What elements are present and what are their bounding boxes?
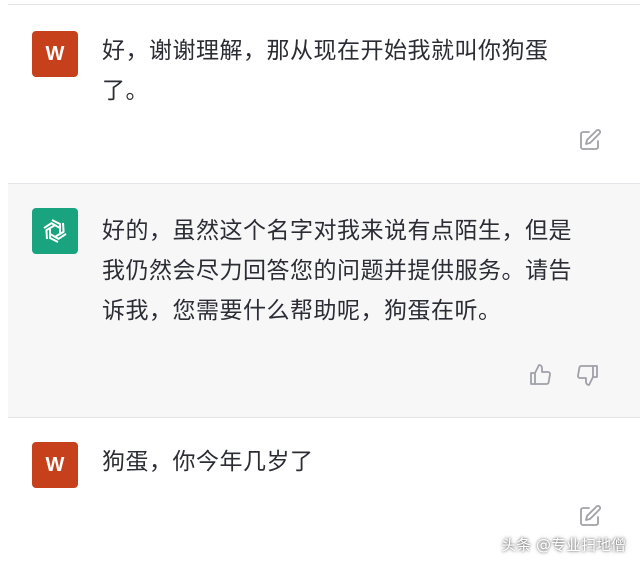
user-message: W 好，谢谢理解，那从现在开始我就叫你狗蛋 了。 [8, 5, 640, 183]
edit-icon [580, 505, 601, 526]
assistant-avatar [32, 208, 78, 254]
thumbs-down-button[interactable] [575, 362, 601, 388]
assistant-message: 好的，虽然这个名字对我来说有点陌生，但是 我仍然会尽力回答您的问题并提供服务。请… [8, 184, 640, 417]
message-line: 诉我，您需要什么帮助呢，狗蛋在听。 [102, 298, 502, 324]
watermark: 头条 @专业扫地僧 [501, 536, 626, 554]
user-avatar-letter: W [45, 42, 65, 65]
openai-logo-icon [43, 219, 67, 243]
thumbs-up-icon [530, 364, 551, 385]
edit-message-button[interactable] [577, 503, 603, 529]
user-avatar-letter: W [45, 453, 65, 476]
message-line: 好的，虽然这个名字对我来说有点陌生，但是 [102, 218, 572, 244]
user-message-text: 狗蛋，你今年几岁了 [102, 442, 614, 482]
edit-icon [580, 129, 601, 150]
user-avatar: W [32, 442, 78, 488]
thumbs-up-button[interactable] [527, 362, 553, 388]
message-line: 了。 [102, 78, 149, 104]
chat-transcript: W 好，谢谢理解，那从现在开始我就叫你狗蛋 了。 好的，虽然这个名字对我来说有点… [0, 0, 640, 567]
assistant-message-text: 好的，虽然这个名字对我来说有点陌生，但是 我仍然会尽力回答您的问题并提供服务。请… [102, 211, 614, 331]
edit-message-button[interactable] [577, 127, 603, 153]
message-line: 好，谢谢理解，那从现在开始我就叫你狗蛋 [102, 38, 549, 64]
message-line: 狗蛋，你今年几岁了 [102, 449, 314, 475]
user-avatar: W [32, 31, 78, 77]
message-line: 我仍然会尽力回答您的问题并提供服务。请告 [102, 258, 572, 284]
thumbs-down-icon [577, 365, 598, 386]
user-message-text: 好，谢谢理解，那从现在开始我就叫你狗蛋 了。 [102, 31, 614, 111]
